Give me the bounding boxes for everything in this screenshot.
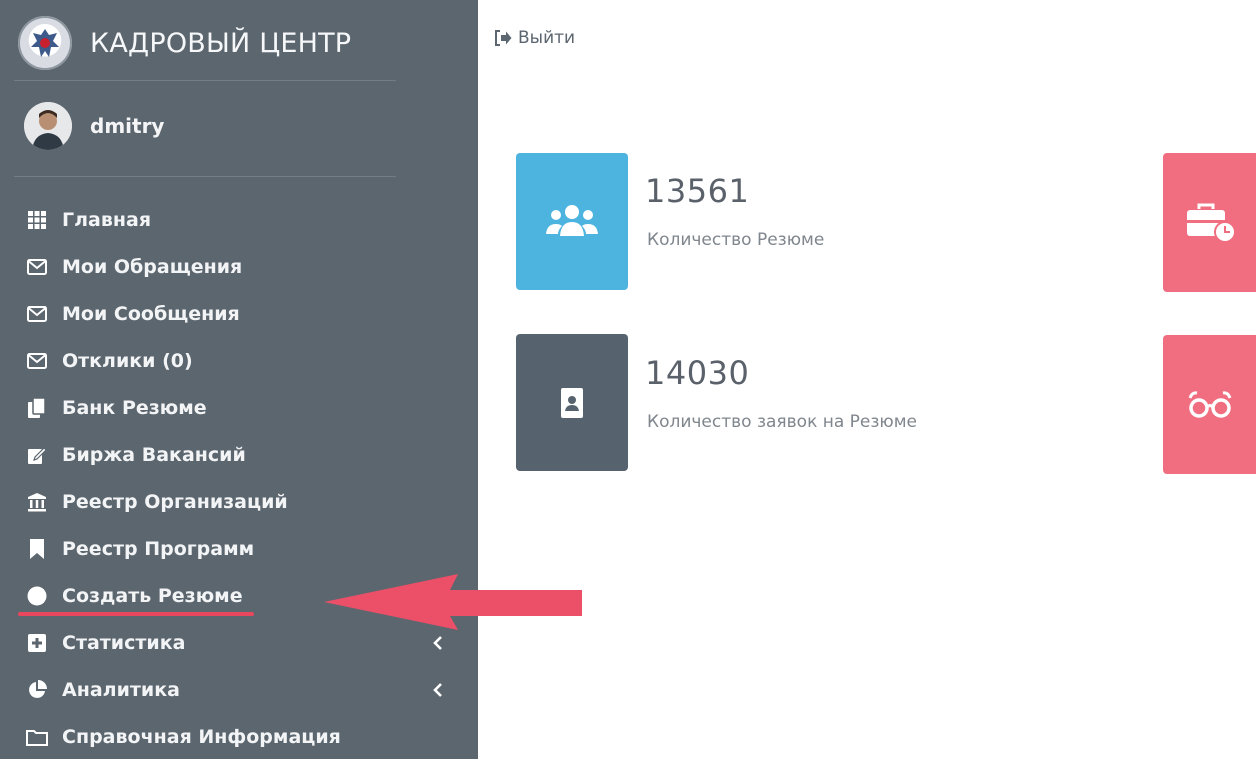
sidebar-item-reference-info[interactable]: Справочная Информация — [0, 713, 478, 760]
stat-label: Количество заявок на Резюме — [647, 412, 918, 432]
logout-link[interactable]: Выйти — [494, 28, 575, 48]
sidebar-item-label: Биржа Вакансий — [62, 443, 246, 466]
sidebar-item-my-messages[interactable]: Мои Сообщения — [0, 290, 478, 337]
sidebar-item-resume-bank[interactable]: Банк Резюме — [0, 384, 478, 431]
stat-tile — [516, 153, 628, 290]
bank-icon — [26, 491, 48, 513]
user-name: dmitry — [90, 114, 165, 138]
copy-icon — [26, 397, 48, 419]
sign-out-icon — [495, 30, 512, 46]
stat-value: 14030 — [645, 354, 750, 392]
brand[interactable]: КАДРОВЫЙ ЦЕНТР — [18, 14, 351, 72]
sidebar-item-home[interactable]: Главная — [0, 196, 478, 243]
sidebar-item-label: Справочная Информация — [62, 725, 341, 748]
avatar — [24, 102, 72, 150]
sidebar-divider — [14, 80, 396, 81]
sidebar-item-label: Отклики (0) — [62, 349, 193, 372]
sidebar-item-label: Создать Резюме — [62, 584, 243, 607]
stat-card-views-partial[interactable] — [1163, 335, 1256, 474]
sidebar-item-responses[interactable]: Отклики (0) — [0, 337, 478, 384]
folder-icon — [26, 726, 48, 748]
annotation-arrow-icon — [324, 574, 582, 630]
sidebar-item-label: Статистика — [62, 631, 186, 654]
annotation-underline — [18, 612, 254, 616]
chevron-left-icon[interactable] — [430, 633, 446, 653]
user-panel[interactable]: dmitry — [24, 102, 164, 150]
id-card-icon — [561, 387, 583, 418]
sidebar: КАДРОВЫЙ ЦЕНТР dmitry Главная Мои Обраще… — [0, 0, 478, 759]
edit-icon — [26, 444, 48, 466]
bookmark-icon — [26, 538, 48, 560]
sidebar-item-label: Банк Резюме — [62, 396, 207, 419]
sidebar-item-org-registry[interactable]: Реестр Организаций — [0, 478, 478, 525]
sidebar-item-program-registry[interactable]: Реестр Программ — [0, 525, 478, 572]
sidebar-item-analytics[interactable]: Аналитика — [0, 666, 478, 713]
grid-icon — [26, 209, 48, 231]
stat-value: 13561 — [645, 172, 750, 210]
sidebar-menu: Главная Мои Обращения Мои Сообщения Откл… — [0, 196, 478, 760]
briefcase-clock-icon — [1187, 203, 1235, 243]
sidebar-item-label: Реестр Программ — [62, 537, 255, 560]
envelope-icon — [26, 303, 48, 325]
sidebar-item-label: Аналитика — [62, 678, 180, 701]
glasses-icon — [1188, 390, 1232, 418]
pie-chart-icon — [26, 679, 48, 701]
emblem-logo-icon — [18, 16, 72, 70]
plus-square-icon — [26, 632, 48, 654]
sidebar-item-label: Реестр Организаций — [62, 490, 288, 513]
sidebar-item-label: Главная — [62, 208, 152, 231]
app-title: КАДРОВЫЙ ЦЕНТР — [90, 27, 352, 59]
logout-label: Выйти — [518, 28, 576, 48]
sidebar-item-label: Мои Сообщения — [62, 302, 240, 325]
envelope-icon — [26, 350, 48, 372]
sidebar-item-my-requests[interactable]: Мои Обращения — [0, 243, 478, 290]
sidebar-item-job-exchange[interactable]: Биржа Вакансий — [0, 431, 478, 478]
stat-label: Количество Резюме — [647, 230, 825, 250]
users-icon — [546, 204, 598, 236]
envelope-icon — [26, 256, 48, 278]
stat-tile — [516, 334, 628, 471]
sidebar-divider — [14, 176, 396, 177]
circle-icon — [26, 585, 48, 607]
stat-card-vacancies-partial[interactable] — [1163, 153, 1256, 292]
chevron-left-icon[interactable] — [430, 680, 446, 700]
sidebar-item-label: Мои Обращения — [62, 255, 243, 278]
